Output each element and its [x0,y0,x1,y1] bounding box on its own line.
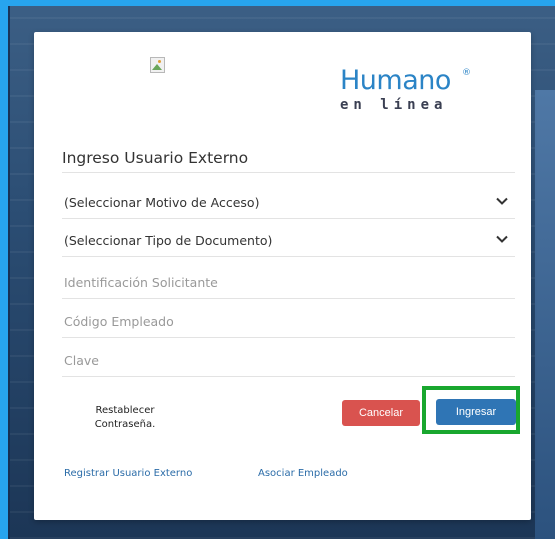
logo-sub-text: en línea [340,97,448,113]
logo-main-text: Humano [340,65,451,96]
codigo-placeholder: Código Empleado [64,314,174,329]
identificacion-input[interactable]: Identificación Solicitante [62,268,515,299]
restablecer-contrasena-link[interactable]: Restablecer Contraseña. [80,404,170,432]
login-card: Humano ® en línea Ingreso Usuario Extern… [34,32,531,520]
codigo-empleado-input[interactable]: Código Empleado [62,307,515,338]
humano-logo: Humano ® en línea [340,66,480,116]
form-title: Ingreso Usuario Externo [62,149,249,167]
ingresar-button[interactable]: Ingresar [436,399,516,425]
clave-input[interactable]: Clave [62,346,515,377]
chevron-down-icon[interactable] [495,232,509,246]
background-panel [535,90,555,539]
logo-registered-mark: ® [462,68,471,78]
cancel-button[interactable]: Cancelar [342,400,420,426]
chevron-down-icon[interactable] [495,194,509,208]
registrar-usuario-link[interactable]: Registrar Usuario Externo [64,468,192,479]
restablecer-line2: Contraseña. [94,419,156,430]
motivo-acceso-select[interactable]: (Seleccionar Motivo de Acceso) [62,188,515,219]
clave-placeholder: Clave [64,353,99,368]
tipo-documento-select[interactable]: (Seleccionar Tipo de Documento) [62,226,515,257]
broken-image-icon [150,57,166,73]
identificacion-placeholder: Identificación Solicitante [64,275,218,290]
restablecer-line1: Restablecer [95,405,155,416]
window-left-edge [0,0,8,539]
window-top-edge [0,0,555,6]
tipo-documento-value: (Seleccionar Tipo de Documento) [64,233,273,248]
motivo-acceso-value: (Seleccionar Motivo de Acceso) [64,195,260,210]
title-divider [62,172,515,173]
asociar-empleado-link[interactable]: Asociar Empleado [258,468,348,479]
